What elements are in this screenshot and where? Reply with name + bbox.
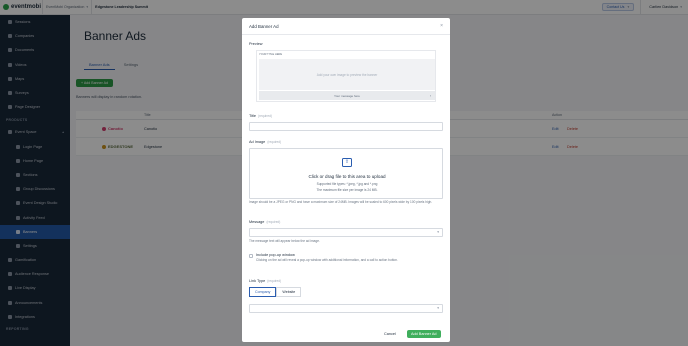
banner-preview: YOUR TITLE HERE Add your own image to pr… bbox=[256, 50, 436, 102]
preview-title: YOUR TITLE HERE bbox=[259, 53, 283, 56]
dropzone-types: Supported file types: *.jpeg, *.jpg and … bbox=[316, 182, 378, 186]
company-select[interactable]: ▾ bbox=[249, 304, 443, 313]
preview-message-bar: Your message here › bbox=[259, 91, 435, 100]
required-hint: (required) bbox=[267, 279, 282, 283]
link-type-website[interactable]: Website bbox=[276, 287, 302, 297]
include-popup-help: Clicking on the ad will reveal a pop-up … bbox=[256, 258, 398, 262]
include-popup-checkbox[interactable] bbox=[249, 254, 253, 258]
required-hint: (required) bbox=[258, 114, 272, 118]
include-popup-label: Include pop-up window bbox=[256, 253, 295, 257]
dropzone-title: Click or drag file to this area to uploa… bbox=[308, 174, 386, 179]
message-help-text: The message text will appear below the a… bbox=[249, 239, 320, 243]
title-field-label: Title (required) bbox=[249, 114, 272, 118]
add-banner-ad-dialog: Add Banner Ad × Preview YOUR TITLE HERE … bbox=[242, 18, 450, 342]
chevron-down-icon: ▾ bbox=[437, 306, 439, 310]
image-help-text: Image should be a JPEG or PNG and have a… bbox=[249, 200, 433, 204]
title-input[interactable] bbox=[249, 122, 443, 131]
title-label-text: Title bbox=[249, 114, 257, 118]
dialog-header: Add Banner Ad × bbox=[242, 18, 450, 35]
preview-image-placeholder: Add your own image to preview the banner bbox=[259, 59, 435, 90]
message-label-text: Message bbox=[249, 220, 265, 224]
link-type-field-label: Link Type (required) bbox=[249, 279, 281, 283]
ad-image-field-label: Ad Image (required) bbox=[249, 140, 281, 144]
link-type-toggle: Company Website bbox=[249, 287, 302, 297]
upload-icon: ⇧ bbox=[342, 158, 352, 167]
message-field-label: Message (required) bbox=[249, 220, 280, 224]
close-icon[interactable]: × bbox=[440, 23, 443, 29]
chevron-down-icon: ▾ bbox=[437, 230, 439, 234]
chevron-right-icon: › bbox=[429, 93, 431, 98]
dialog-footer: Cancel Add Banner Ad bbox=[242, 326, 450, 342]
image-upload-dropzone[interactable]: ⇧ Click or drag file to this area to upl… bbox=[249, 148, 443, 199]
preview-message: Your message here bbox=[334, 93, 360, 98]
cancel-button[interactable]: Cancel bbox=[384, 332, 396, 336]
required-hint: (required) bbox=[266, 220, 281, 224]
link-type-label-text: Link Type bbox=[249, 279, 266, 283]
required-hint: (required) bbox=[267, 140, 282, 144]
ad-image-label-text: Ad Image bbox=[249, 140, 266, 144]
add-banner-ad-submit-button[interactable]: Add Banner Ad bbox=[407, 330, 441, 338]
dialog-title: Add Banner Ad bbox=[249, 23, 279, 29]
message-input[interactable]: ▾ bbox=[249, 228, 443, 237]
link-type-company[interactable]: Company bbox=[249, 287, 277, 297]
preview-image-hint: Add your own image to preview the banner bbox=[316, 72, 378, 77]
dropzone-size: The maximum file size per image is 24 MB… bbox=[316, 188, 378, 192]
preview-label: Preview bbox=[249, 42, 263, 46]
